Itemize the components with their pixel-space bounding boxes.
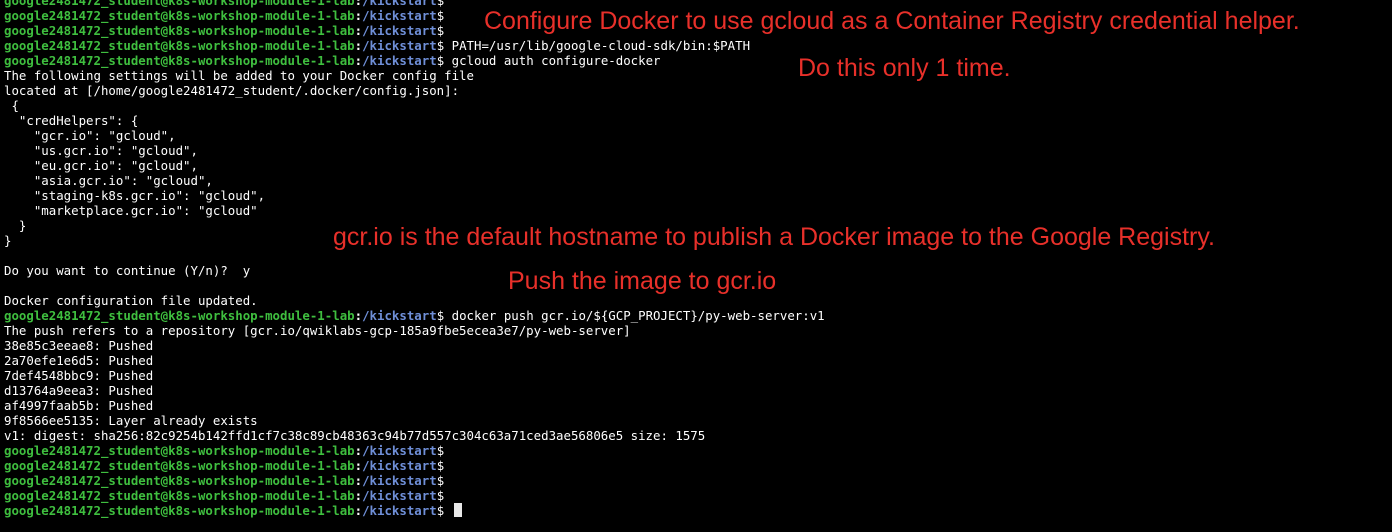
output-line: "asia.gcr.io": "gcloud", bbox=[0, 173, 1392, 188]
output-line: "eu.gcr.io": "gcloud", bbox=[0, 158, 1392, 173]
command-text: docker push gcr.io/${GCP_PROJECT}/py-web… bbox=[444, 308, 825, 323]
prompt-user-host: google2481472_student@k8s-workshop-modul… bbox=[4, 458, 355, 473]
prompt-path: /kickstart bbox=[362, 473, 437, 488]
output-line: 38e85c3eeae8: Pushed bbox=[0, 338, 1392, 353]
prompt-path: /kickstart bbox=[362, 503, 437, 518]
output-text: "asia.gcr.io": "gcloud", bbox=[4, 173, 213, 188]
output-text: 9f8566ee5135: Layer already exists bbox=[4, 413, 258, 428]
prompt-line: google2481472_student@k8s-workshop-modul… bbox=[0, 458, 1392, 473]
output-text: { bbox=[4, 98, 19, 113]
output-line: af4997faab5b: Pushed bbox=[0, 398, 1392, 413]
output-line: v1: digest: sha256:82c9254b142ffd1cf7c38… bbox=[0, 428, 1392, 443]
output-line: The push refers to a repository [gcr.io/… bbox=[0, 323, 1392, 338]
annotation-push-image: Push the image to gcr.io bbox=[508, 267, 777, 295]
output-text: Do you want to continue (Y/n)? y bbox=[4, 263, 251, 278]
prompt-separator: : bbox=[354, 38, 363, 53]
prompt-user-host: google2481472_student@k8s-workshop-modul… bbox=[4, 23, 355, 38]
prompt-path: /kickstart bbox=[362, 458, 437, 473]
prompt-dollar: $ bbox=[436, 0, 445, 8]
output-line: "us.gcr.io": "gcloud", bbox=[0, 143, 1392, 158]
prompt-dollar: $ bbox=[436, 8, 445, 23]
output-text: d13764a9eea3: Pushed bbox=[4, 383, 154, 398]
prompt-line: google2481472_student@k8s-workshop-modul… bbox=[0, 308, 1392, 323]
output-text: "eu.gcr.io": "gcloud", bbox=[4, 158, 198, 173]
prompt-path: /kickstart bbox=[362, 308, 437, 323]
command-text: PATH=/usr/lib/google-cloud-sdk/bin:$PATH bbox=[444, 38, 751, 53]
prompt-line: google2481472_student@k8s-workshop-modul… bbox=[0, 443, 1392, 458]
output-text: The following settings will be added to … bbox=[4, 68, 474, 83]
prompt-separator: : bbox=[354, 458, 363, 473]
output-text: "marketplace.gcr.io": "gcloud" bbox=[4, 203, 258, 218]
output-line: "staging-k8s.gcr.io": "gcloud", bbox=[0, 188, 1392, 203]
prompt-user-host: google2481472_student@k8s-workshop-modul… bbox=[4, 0, 355, 8]
prompt-path: /kickstart bbox=[362, 53, 437, 68]
prompt-separator: : bbox=[354, 443, 363, 458]
command-text bbox=[444, 503, 451, 518]
output-text: "gcr.io": "gcloud", bbox=[4, 128, 176, 143]
output-text: v1: digest: sha256:82c9254b142ffd1cf7c38… bbox=[4, 428, 706, 443]
prompt-user-host: google2481472_student@k8s-workshop-modul… bbox=[4, 8, 355, 23]
prompt-user-host: google2481472_student@k8s-workshop-modul… bbox=[4, 488, 355, 503]
prompt-line: google2481472_student@k8s-workshop-modul… bbox=[0, 38, 1392, 53]
command-text: gcloud auth configure-docker bbox=[444, 53, 661, 68]
output-text: af4997faab5b: Pushed bbox=[4, 398, 154, 413]
output-text: located at [/home/google2481472_student/… bbox=[4, 83, 460, 98]
prompt-separator: : bbox=[354, 8, 363, 23]
output-text: "us.gcr.io": "gcloud", bbox=[4, 143, 198, 158]
prompt-separator: : bbox=[354, 473, 363, 488]
prompt-dollar: $ bbox=[436, 443, 445, 458]
prompt-separator: : bbox=[354, 308, 363, 323]
output-line: located at [/home/google2481472_student/… bbox=[0, 83, 1392, 98]
output-line: "gcr.io": "gcloud", bbox=[0, 128, 1392, 143]
output-text: "credHelpers": { bbox=[4, 113, 139, 128]
output-text: 7def4548bbc9: Pushed bbox=[4, 368, 154, 383]
prompt-line: google2481472_student@k8s-workshop-modul… bbox=[0, 488, 1392, 503]
output-text: Docker configuration file updated. bbox=[4, 293, 258, 308]
prompt-path: /kickstart bbox=[362, 443, 437, 458]
prompt-dollar: $ bbox=[436, 458, 445, 473]
prompt-path: /kickstart bbox=[362, 0, 437, 8]
prompt-dollar: $ bbox=[436, 23, 445, 38]
prompt-user-host: google2481472_student@k8s-workshop-modul… bbox=[4, 308, 355, 323]
text-cursor[interactable] bbox=[453, 503, 462, 517]
prompt-dollar: $ bbox=[436, 488, 445, 503]
prompt-separator: : bbox=[354, 503, 363, 518]
prompt-path: /kickstart bbox=[362, 23, 437, 38]
annotation-gcr-default: gcr.io is the default hostname to publis… bbox=[333, 223, 1215, 251]
output-line: d13764a9eea3: Pushed bbox=[0, 383, 1392, 398]
output-text: The push refers to a repository [gcr.io/… bbox=[4, 323, 631, 338]
output-line: 7def4548bbc9: Pushed bbox=[0, 368, 1392, 383]
output-text: 38e85c3eeae8: Pushed bbox=[4, 338, 154, 353]
prompt-user-host: google2481472_student@k8s-workshop-modul… bbox=[4, 473, 355, 488]
prompt-user-host: google2481472_student@k8s-workshop-modul… bbox=[4, 503, 355, 518]
output-line: { bbox=[0, 98, 1392, 113]
prompt-separator: : bbox=[354, 488, 363, 503]
output-text: } bbox=[4, 233, 12, 248]
prompt-path: /kickstart bbox=[362, 38, 437, 53]
annotation-configure-helper: Configure Docker to use gcloud as a Cont… bbox=[484, 7, 1300, 35]
output-text: "staging-k8s.gcr.io": "gcloud", bbox=[4, 188, 266, 203]
prompt-separator: : bbox=[354, 23, 363, 38]
prompt-dollar: $ bbox=[436, 473, 445, 488]
output-text: 2a70efe1e6d5: Pushed bbox=[4, 353, 154, 368]
output-line: 9f8566ee5135: Layer already exists bbox=[0, 413, 1392, 428]
prompt-separator: : bbox=[354, 53, 363, 68]
prompt-line: google2481472_student@k8s-workshop-modul… bbox=[0, 53, 1392, 68]
prompt-separator: : bbox=[354, 0, 363, 8]
prompt-user-host: google2481472_student@k8s-workshop-modul… bbox=[4, 443, 355, 458]
prompt-line: google2481472_student@k8s-workshop-modul… bbox=[0, 503, 1392, 518]
output-line: The following settings will be added to … bbox=[0, 68, 1392, 83]
output-line: 2a70efe1e6d5: Pushed bbox=[0, 353, 1392, 368]
prompt-path: /kickstart bbox=[362, 8, 437, 23]
prompt-line: google2481472_student@k8s-workshop-modul… bbox=[0, 473, 1392, 488]
output-text: } bbox=[4, 218, 27, 233]
prompt-path: /kickstart bbox=[362, 488, 437, 503]
output-line: "credHelpers": { bbox=[0, 113, 1392, 128]
output-line: "marketplace.gcr.io": "gcloud" bbox=[0, 203, 1392, 218]
prompt-user-host: google2481472_student@k8s-workshop-modul… bbox=[4, 53, 355, 68]
annotation-only-once: Do this only 1 time. bbox=[798, 54, 1011, 82]
prompt-user-host: google2481472_student@k8s-workshop-modul… bbox=[4, 38, 355, 53]
